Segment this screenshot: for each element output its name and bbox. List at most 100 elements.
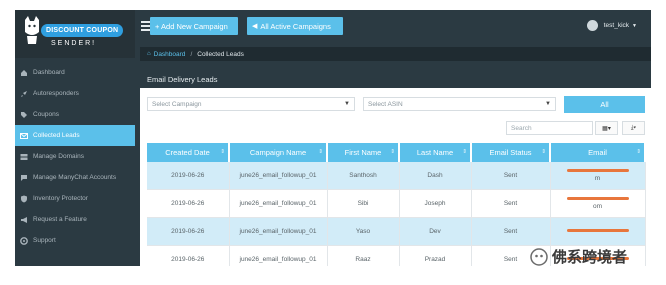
watermark: 佛系跨境者 (530, 246, 627, 267)
envelope-icon (20, 132, 28, 140)
sidebar-item-label: Autoresponders (33, 90, 79, 97)
megaphone-icon (20, 216, 28, 224)
user-menu[interactable]: test_kick ▼ (586, 20, 637, 31)
column-header-email-status[interactable]: Email Status ⇕ (471, 143, 551, 162)
sidebar-item-support[interactable]: Support (15, 230, 135, 251)
breadcrumb-home-link[interactable]: Dashboard (154, 51, 186, 58)
columns-toggle-button[interactable]: ▦▾ (595, 121, 618, 135)
cell-created-date: 2019-06-26 (147, 162, 230, 190)
panel-title: Email Delivery Leads (140, 70, 651, 88)
shield-icon (20, 195, 28, 203)
column-label: First Name (344, 148, 382, 157)
rocket-icon (20, 90, 28, 98)
logo[interactable]: DISCOUNT COUPON SENDER! (15, 10, 135, 58)
table-header-row: Created Date ⇕ Campaign Name ⇕ First Name ⇕… (147, 143, 646, 162)
cell-email-status: Sent (471, 162, 551, 190)
chevron-down-icon: ▼ (545, 101, 551, 107)
sidebar-item-inventory-protector[interactable]: Inventory Protector (15, 188, 135, 209)
logo-subtitle: SENDER! (51, 40, 97, 47)
table-row[interactable]: 2019-06-26 june26_email_followup_01 Sant… (147, 162, 646, 190)
sidebar-item-label: Manage Domains (33, 153, 84, 160)
home-icon (20, 69, 28, 77)
wechat-channel-icon (530, 247, 548, 266)
email-visible-part: m (594, 175, 601, 182)
cell-last-name: Prazad (399, 245, 472, 266)
cat-mascot-icon (25, 16, 39, 44)
cell-created-date: 2019-06-26 (147, 189, 230, 218)
column-label: Email Status (489, 148, 532, 157)
sidebar-item-label: Support (33, 237, 56, 244)
top-bar: + Add New Campaign ◀ All Active Campaign… (135, 10, 651, 44)
logo-badge: DISCOUNT COUPON (41, 24, 124, 37)
sort-icon: ⇕ (390, 149, 395, 155)
sidebar-item-collected-leads[interactable]: Collected Leads (15, 125, 135, 146)
column-header-email[interactable]: Email ⇕ (550, 143, 646, 162)
sort-icon: ⇕ (318, 149, 323, 155)
cell-email: om (550, 189, 646, 218)
cell-last-name: Dash (399, 162, 472, 190)
sidebar-item-request-feature[interactable]: Request a Feature (15, 209, 135, 230)
lifebuoy-icon (20, 236, 28, 245)
sidebar: DISCOUNT COUPON SENDER! Dashboard Autore… (15, 10, 135, 266)
column-header-first-name[interactable]: First Name ⇕ (327, 143, 400, 162)
campaign-select-value: Select Campaign (152, 100, 202, 108)
watermark-text: 佛系跨境者 (552, 248, 628, 266)
column-label: Campaign Name (249, 148, 307, 157)
sort-icon: ⇕ (462, 149, 467, 155)
campaign-select[interactable]: Select Campaign ▼ (147, 97, 355, 111)
server-icon (20, 153, 28, 161)
megaphone-icon: ◀ (252, 23, 258, 30)
column-label: Last Name (416, 148, 454, 157)
sidebar-item-manage-domains[interactable]: Manage Domains (15, 146, 135, 167)
redaction-mark (566, 169, 629, 172)
breadcrumb-separator: / (190, 50, 193, 58)
sidebar-item-dashboard[interactable]: Dashboard (15, 62, 135, 83)
redaction-mark (566, 197, 629, 200)
breadcrumb-current: Collected Leads (197, 50, 244, 58)
cell-first-name: Sibi (327, 189, 400, 218)
cell-first-name: Santhosh (327, 162, 400, 190)
chevron-down-icon: ▼ (344, 101, 350, 107)
search-input[interactable]: Search (506, 121, 593, 135)
chevron-down-icon: ▼ (632, 22, 637, 29)
cell-email: m (550, 162, 646, 190)
sidebar-item-label: Coupons (33, 111, 60, 118)
username: test_kick (603, 22, 630, 29)
table-row[interactable]: 2019-06-26 june26_email_followup_01 Sibi… (147, 189, 646, 218)
cell-last-name: Joseph (399, 189, 472, 218)
cell-email-status: Sent (471, 217, 551, 246)
grid-icon: ▦▾ (602, 125, 611, 132)
table-row[interactable]: 2019-06-26 june26_email_followup_01 Yaso… (147, 217, 646, 246)
column-header-last-name[interactable]: Last Name ⇕ (399, 143, 472, 162)
sidebar-item-label: Collected Leads (33, 132, 80, 139)
cell-first-name: Raaz (327, 245, 400, 266)
leads-panel: Email Delivery Leads Select Campaign ▼ S… (140, 70, 651, 266)
sidebar-item-coupons[interactable]: Coupons (15, 104, 135, 125)
asin-select[interactable]: Select ASIN ▼ (363, 97, 556, 111)
column-header-created-date[interactable]: Created Date ⇕ (147, 143, 230, 162)
sidebar-item-autoresponders[interactable]: Autoresponders (15, 83, 135, 104)
cell-campaign-name: june26_email_followup_01 (229, 189, 328, 218)
breadcrumb: ⌂ Dashboard / Collected Leads (140, 47, 651, 61)
redaction-mark (566, 228, 629, 232)
cell-email-status: Sent (471, 189, 551, 218)
export-button[interactable]: ⤓▾ (622, 121, 645, 135)
column-header-campaign-name[interactable]: Campaign Name ⇕ (229, 143, 328, 162)
asin-select-value: Select ASIN (368, 100, 403, 108)
sidebar-item-manychat[interactable]: Manage ManyChat Accounts (15, 167, 135, 188)
all-active-campaigns-button[interactable]: ◀ All Active Campaigns (247, 17, 343, 35)
all-button[interactable]: All (564, 96, 645, 113)
tag-icon (20, 111, 28, 119)
add-campaign-button[interactable]: + Add New Campaign (150, 17, 238, 35)
all-active-campaigns-label: All Active Campaigns (260, 21, 331, 31)
sidebar-item-label: Request a Feature (33, 216, 87, 223)
email-visible-part: om (592, 203, 603, 210)
cell-created-date: 2019-06-26 (147, 217, 230, 246)
sidebar-item-label: Manage ManyChat Accounts (33, 174, 117, 181)
app-window: DISCOUNT COUPON SENDER! Dashboard Autore… (15, 10, 651, 266)
sidebar-item-label: Inventory Protector (33, 195, 88, 202)
sort-icon: ⇕ (541, 149, 546, 155)
cell-email (550, 217, 646, 246)
home-icon: ⌂ (147, 51, 151, 57)
download-icon: ⤓▾ (630, 124, 637, 131)
